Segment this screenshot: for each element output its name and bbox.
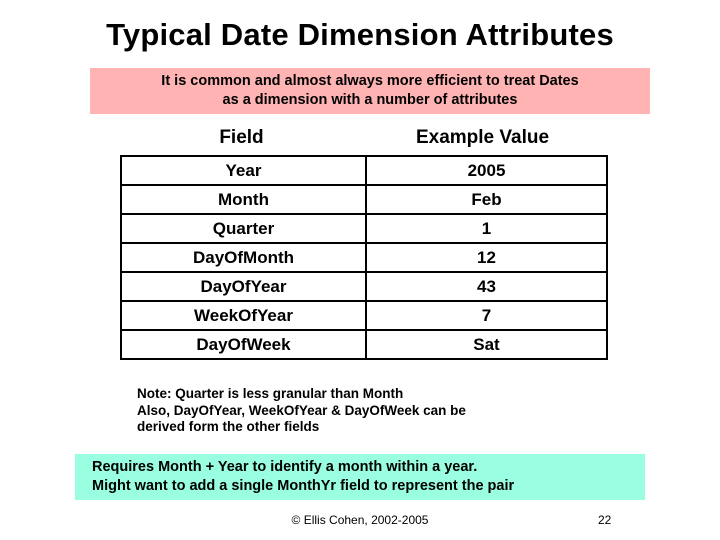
cell-field: WeekOfYear (120, 300, 367, 331)
cell-field: DayOfYear (120, 271, 367, 302)
intro-callout-line-2: as a dimension with a number of attribut… (222, 92, 518, 108)
note-line-3: derived form the other fields (137, 419, 320, 434)
cell-value: Sat (365, 329, 608, 360)
cell-field: DayOfWeek (120, 329, 367, 360)
table-row: Year 2005 (120, 155, 608, 186)
table-row: DayOfYear 43 (120, 271, 608, 302)
cell-value: 1 (365, 213, 608, 244)
intro-callout-box: It is common and almost always more effi… (90, 68, 650, 114)
cell-field: Month (120, 184, 367, 215)
column-header-example-value: Example Value (415, 127, 550, 148)
note-block: Note: Quarter is less granular than Mont… (137, 386, 607, 436)
attributes-table-header: Field Example Value (120, 125, 602, 153)
requires-callout-line-2: Might want to add a single MonthYr field… (92, 478, 515, 494)
intro-callout-line-1: It is common and almost always more effi… (161, 73, 579, 89)
requires-callout-line-1: Requires Month + Year to identify a mont… (92, 459, 478, 475)
cell-field: DayOfMonth (120, 242, 367, 273)
cell-value: 7 (365, 300, 608, 331)
table-row: Month Feb (120, 184, 608, 215)
cell-value: 12 (365, 242, 608, 273)
table-row: DayOfWeek Sat (120, 329, 608, 360)
footer-page-number: 22 (598, 513, 612, 527)
table-row: Quarter 1 (120, 213, 608, 244)
table-row: DayOfMonth 12 (120, 242, 608, 273)
cell-value: 2005 (365, 155, 608, 186)
column-header-field: Field (219, 127, 264, 148)
requires-callout-box: Requires Month + Year to identify a mont… (75, 454, 645, 500)
cell-field: Quarter (120, 213, 367, 244)
table-row: WeekOfYear 7 (120, 300, 608, 331)
note-line-1: Note: Quarter is less granular than Mont… (137, 386, 404, 401)
cell-value: Feb (365, 184, 608, 215)
cell-value: 43 (365, 271, 608, 302)
cell-field: Year (120, 155, 367, 186)
note-line-2: Also, DayOfYear, WeekOfYear & DayOfWeek … (137, 402, 466, 418)
page-title: Typical Date Dimension Attributes (106, 17, 614, 52)
attributes-table: Year 2005 Month Feb Quarter 1 DayOfMonth… (120, 155, 608, 360)
